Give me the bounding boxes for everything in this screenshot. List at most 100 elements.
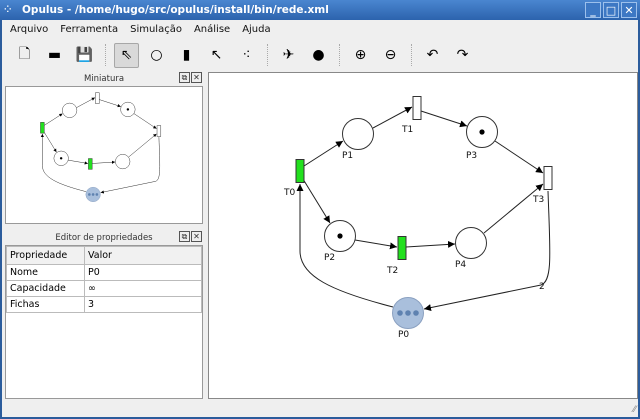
column-header-property[interactable]: Propriedade: [6, 246, 85, 265]
place-label[interactable]: P0: [398, 330, 409, 340]
transition-T1[interactable]: [95, 92, 100, 104]
properties-header: Editor de propriedades ⧉ ✕: [5, 231, 203, 244]
new-file-icon: 🗋: [18, 46, 31, 62]
miniature-view[interactable]: [6, 87, 202, 223]
close-icon[interactable]: ✕: [191, 72, 202, 83]
table-row[interactable]: Fichas 3: [6, 296, 202, 313]
arc: [92, 160, 116, 164]
zoom-in-icon: ⊕: [354, 47, 367, 63]
property-value[interactable]: P0: [84, 264, 202, 281]
new-file-button[interactable]: 🗋: [12, 43, 37, 68]
open-file-icon: ▬: [47, 47, 62, 63]
place-label[interactable]: P3: [466, 151, 477, 161]
token-tool-button[interactable]: ⁖: [234, 43, 259, 68]
transition-T3[interactable]: [543, 166, 553, 190]
save-file-icon: 💾: [75, 47, 94, 63]
transition-label[interactable]: T3: [532, 195, 544, 205]
transition-label[interactable]: T2: [386, 266, 398, 276]
arc: [494, 140, 544, 174]
place-P4[interactable]: [115, 154, 131, 170]
arc: [76, 97, 96, 108]
close-button[interactable]: ✕: [621, 2, 637, 18]
property-value[interactable]: ∞: [84, 280, 202, 297]
column-header-value[interactable]: Valor: [84, 246, 202, 265]
random-fire-button[interactable]: ●: [306, 43, 331, 68]
arc: [302, 178, 331, 224]
transition-T1[interactable]: [412, 96, 422, 120]
arc: [133, 113, 157, 129]
miniature-panel[interactable]: [5, 86, 203, 224]
resize-grip-icon[interactable]: ⁄⁄: [633, 405, 636, 415]
place-label[interactable]: P2: [324, 253, 335, 263]
select-pointer-button[interactable]: ⇖: [114, 42, 139, 68]
transition-T2[interactable]: [88, 158, 93, 170]
miniature-header: Miniatura ⧉ ✕: [5, 72, 203, 85]
arc: [354, 239, 398, 250]
transition-T0[interactable]: [295, 159, 305, 183]
token-icon: [95, 193, 99, 196]
float-icon[interactable]: ⧉: [179, 231, 190, 242]
token-icon: [397, 310, 403, 316]
net-canvas[interactable]: P0 P1 P2 P3 P4 T0 T1 T2 T3 2: [208, 72, 638, 399]
property-value[interactable]: 3: [84, 296, 202, 313]
property-name: Fichas: [6, 296, 85, 313]
zoom-in-button[interactable]: ⊕: [348, 43, 373, 68]
property-name: Nome: [6, 264, 85, 281]
toolbar-separator: [105, 44, 107, 66]
place-P1[interactable]: [342, 118, 374, 150]
zoom-out-button[interactable]: ⊖: [378, 43, 403, 68]
transition-label[interactable]: T1: [401, 125, 413, 135]
token-icon: [59, 157, 63, 160]
save-file-button[interactable]: 💾: [72, 43, 97, 68]
toolbar-separator: [267, 44, 269, 66]
place-tool-icon: ○: [150, 47, 163, 63]
float-icon[interactable]: ⧉: [179, 72, 190, 83]
minimize-button[interactable]: _: [585, 2, 601, 18]
miniature-title: Miniatura: [83, 73, 125, 84]
arc: [128, 133, 157, 158]
transition-T0[interactable]: [40, 122, 45, 134]
place-label[interactable]: P4: [455, 260, 466, 270]
undo-button[interactable]: ↶: [420, 43, 445, 68]
arc: [420, 110, 468, 128]
place-tool-button[interactable]: ○: [144, 43, 169, 68]
redo-icon: ↷: [456, 47, 469, 63]
net-group: [40, 92, 162, 203]
token-tool-icon: ⁖: [242, 47, 251, 63]
fire-icon: ✈: [282, 47, 295, 63]
transition-tool-button[interactable]: ▮: [174, 43, 199, 68]
token-icon: [413, 310, 419, 316]
token-icon: [405, 310, 411, 316]
transition-T2[interactable]: [397, 236, 407, 260]
status-bar: ⁄⁄: [2, 400, 638, 417]
arc: [99, 99, 121, 108]
toolbar-separator: [411, 44, 413, 66]
property-name: Capacidade: [6, 280, 85, 297]
menu-ferramenta[interactable]: Ferramenta: [60, 24, 118, 35]
place-label[interactable]: P1: [342, 151, 353, 161]
place-P1[interactable]: [62, 102, 78, 118]
menu-ajuda[interactable]: Ajuda: [242, 24, 270, 35]
main-window: ⁘ Opulus - /home/hugo/src/opulus/install…: [0, 0, 640, 417]
place-P4[interactable]: [455, 227, 487, 259]
petri-net-diagram[interactable]: P0 P1 P2 P3 P4 T0 T1 T2 T3 2: [209, 73, 637, 398]
fire-button[interactable]: ✈: [276, 43, 301, 68]
properties-panel: Propriedade Valor Nome P0 Capacidade ∞ Fich…: [5, 245, 203, 399]
token-icon: [126, 108, 130, 111]
app-icon: ⁘: [4, 5, 12, 15]
maximize-button[interactable]: □: [603, 2, 619, 18]
transition-T3[interactable]: [156, 125, 162, 137]
arc-tool-button[interactable]: ↖: [204, 43, 229, 68]
table-row[interactable]: Capacidade ∞: [6, 280, 202, 297]
transition-label[interactable]: T0: [283, 188, 295, 198]
transition-tool-icon: ▮: [182, 47, 191, 63]
menu-simulacao[interactable]: Simulação: [130, 24, 182, 35]
menu-analise[interactable]: Análise: [194, 24, 230, 35]
close-icon[interactable]: ✕: [191, 231, 202, 242]
redo-button[interactable]: ↷: [450, 43, 475, 68]
title-bar: ⁘ Opulus - /home/hugo/src/opulus/install…: [0, 0, 640, 20]
table-row[interactable]: Nome P0: [6, 264, 202, 281]
menu-arquivo[interactable]: Arquivo: [10, 24, 48, 35]
open-file-button[interactable]: ▬: [42, 43, 67, 68]
arc: [303, 140, 344, 167]
